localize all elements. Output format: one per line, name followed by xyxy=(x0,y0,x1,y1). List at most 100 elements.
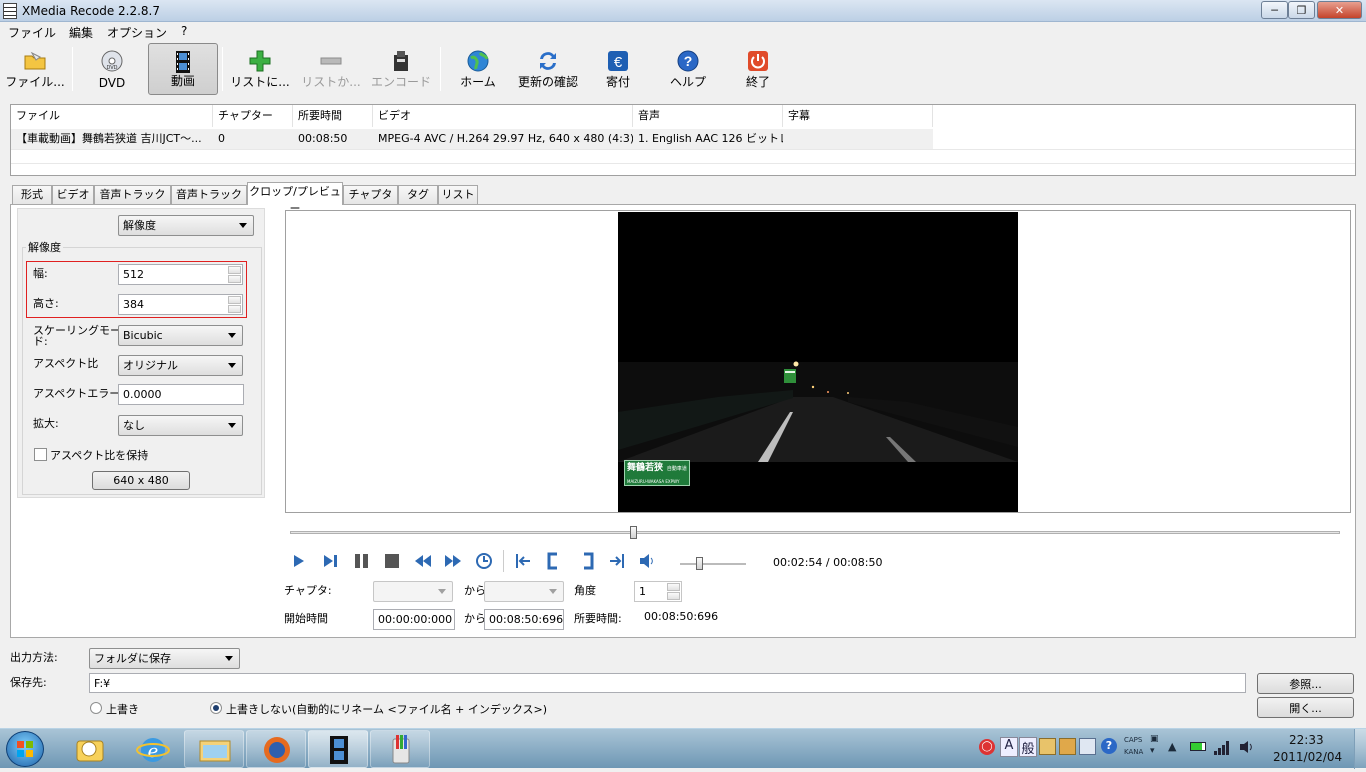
menu-file[interactable]: ファイル xyxy=(8,24,56,41)
start-time-field[interactable]: 00:00:00:000 xyxy=(373,609,455,630)
speaker-icon[interactable] xyxy=(637,551,657,571)
spin-down-icon[interactable] xyxy=(667,592,680,600)
column-header-audio[interactable]: 音声 xyxy=(633,105,783,127)
show-desktop-button[interactable] xyxy=(1354,729,1366,769)
video-button[interactable]: 動画 xyxy=(148,43,218,95)
taskbar-app-xmedia[interactable] xyxy=(308,730,368,768)
help-button[interactable]: ? ヘルプ xyxy=(660,43,716,95)
column-header-subtitle[interactable]: 字幕 xyxy=(783,105,933,127)
menu-help[interactable]: ? xyxy=(181,24,187,38)
file-list[interactable]: ファイル チャプター 所要時間 ビデオ 音声 字幕 【車載動画】舞鶴若狭道 吉川… xyxy=(10,104,1356,176)
ime-toolbox-icon[interactable] xyxy=(1059,738,1076,755)
ime-options-arrow-icon[interactable]: ▾ xyxy=(1150,746,1155,756)
ime-help-icon[interactable]: ? xyxy=(1101,738,1117,754)
spin-up-icon[interactable] xyxy=(667,583,680,591)
chapter-from-select[interactable] xyxy=(373,581,453,602)
column-header-video[interactable]: ビデオ xyxy=(373,105,633,127)
title-bar[interactable]: XMedia Recode 2.2.8.7 ─ ❐ ✕ xyxy=(0,0,1366,22)
tab-format[interactable]: 形式 xyxy=(12,185,52,204)
donate-button[interactable]: € 寄付 xyxy=(592,43,644,95)
scaling-select[interactable]: Bicubic xyxy=(118,325,243,346)
home-button[interactable]: ホーム xyxy=(450,43,506,95)
keep-aspect-checkbox[interactable] xyxy=(34,448,47,461)
add-to-list-button[interactable]: リストに... xyxy=(228,43,292,95)
pause-button[interactable] xyxy=(352,551,372,571)
zoom-select[interactable]: なし xyxy=(118,415,243,436)
tab-tag[interactable]: タグ xyxy=(398,185,438,204)
tray-app-icon[interactable]: ◯ xyxy=(979,739,995,755)
check-update-button[interactable]: 更新の確認 xyxy=(512,43,584,95)
rewind-button[interactable] xyxy=(413,551,433,571)
destination-field[interactable]: F:¥ xyxy=(89,673,1246,693)
ime-options-icon[interactable]: ▣ xyxy=(1150,734,1159,744)
open-file-button[interactable]: ファイル... xyxy=(2,43,68,95)
open-button[interactable]: 開く... xyxy=(1257,697,1354,718)
step-forward-button[interactable] xyxy=(320,551,340,571)
height-field[interactable]: 384 xyxy=(118,294,243,315)
no-overwrite-radio[interactable] xyxy=(210,702,222,714)
menu-options[interactable]: オプション xyxy=(107,24,167,41)
ime-pad-icon[interactable] xyxy=(1079,738,1096,755)
volume-tray-icon[interactable] xyxy=(1238,739,1254,755)
tab-video[interactable]: ビデオ xyxy=(52,185,94,204)
ime-dictionary-icon[interactable] xyxy=(1039,738,1056,755)
minimize-button[interactable]: ─ xyxy=(1261,1,1288,19)
tab-list[interactable]: リスト xyxy=(438,185,478,204)
encode-button[interactable]: エンコード xyxy=(368,43,434,95)
start-button[interactable] xyxy=(6,731,44,767)
clock-date[interactable]: 2011/02/04 xyxy=(1273,750,1342,764)
column-header-file[interactable]: ファイル xyxy=(11,105,213,127)
toolbar-separator xyxy=(222,47,223,91)
tab-audio-track-2[interactable]: 音声トラック 2 xyxy=(171,185,247,218)
spin-up-icon[interactable] xyxy=(228,266,241,274)
show-hidden-icons-button[interactable]: ▲ xyxy=(1168,740,1176,753)
output-method-select[interactable]: フォルダに保存 xyxy=(89,648,240,669)
chapter-to-select[interactable] xyxy=(484,581,564,602)
browse-button[interactable]: 参照... xyxy=(1257,673,1354,694)
taskbar-app-explorer[interactable] xyxy=(184,730,244,768)
ime-mode-general[interactable]: 般 xyxy=(1019,737,1037,757)
bracket-right-icon[interactable] xyxy=(578,551,598,571)
end-time-field[interactable]: 00:08:50:696 xyxy=(484,609,564,630)
signal-icon[interactable] xyxy=(1213,739,1231,755)
battery-icon[interactable] xyxy=(1190,742,1206,751)
clock-time[interactable]: 22:33 xyxy=(1289,733,1324,747)
seek-thumb[interactable] xyxy=(630,526,638,539)
spin-down-icon[interactable] xyxy=(228,305,241,313)
set-end-marker-icon[interactable] xyxy=(607,551,627,571)
maximize-button[interactable]: ❐ xyxy=(1288,1,1315,19)
width-field[interactable]: 512 xyxy=(118,264,243,285)
volume-thumb[interactable] xyxy=(695,557,703,570)
seek-track[interactable] xyxy=(290,531,1340,534)
taskbar-app-ie[interactable]: e xyxy=(122,730,182,768)
angle-field[interactable]: 1 xyxy=(634,581,682,602)
close-button[interactable]: ✕ xyxy=(1317,1,1362,19)
dvd-button[interactable]: DVD DVD xyxy=(82,43,142,95)
taskbar-app-outlook[interactable] xyxy=(60,730,120,768)
column-header-duration[interactable]: 所要時間 xyxy=(293,105,373,127)
spin-down-icon[interactable] xyxy=(228,275,241,283)
tab-chapter[interactable]: チャプター xyxy=(343,185,398,218)
clock-icon[interactable] xyxy=(474,551,494,571)
bracket-left-icon[interactable] xyxy=(543,551,563,571)
play-button[interactable] xyxy=(288,551,308,571)
set-start-marker-icon[interactable] xyxy=(513,551,533,571)
ime-mode-a[interactable]: A xyxy=(1000,737,1018,757)
column-header-chapter[interactable]: チャプター xyxy=(213,105,293,127)
tab-crop-preview[interactable]: クロップ/プレビュー xyxy=(247,182,343,215)
spin-up-icon[interactable] xyxy=(228,296,241,304)
exit-button[interactable]: 終了 xyxy=(730,43,786,95)
fast-forward-button[interactable] xyxy=(443,551,463,571)
volume-track[interactable] xyxy=(680,563,746,565)
aspect-error-field[interactable]: 0.0000 xyxy=(118,384,244,405)
menu-edit[interactable]: 編集 xyxy=(69,24,93,41)
crop-mode-select[interactable]: 解像度 xyxy=(118,215,254,236)
taskbar-app-paint[interactable] xyxy=(370,730,430,768)
original-size-button[interactable]: 640 x 480 xyxy=(92,471,190,490)
remove-from-list-button[interactable]: リストか... xyxy=(298,43,364,95)
taskbar-app-firefox[interactable] xyxy=(246,730,306,768)
overwrite-radio[interactable] xyxy=(90,702,102,714)
stop-button[interactable] xyxy=(382,551,402,571)
aspect-select[interactable]: オリジナル xyxy=(118,355,243,376)
tab-audio-track-1[interactable]: 音声トラック 1 xyxy=(94,185,171,218)
